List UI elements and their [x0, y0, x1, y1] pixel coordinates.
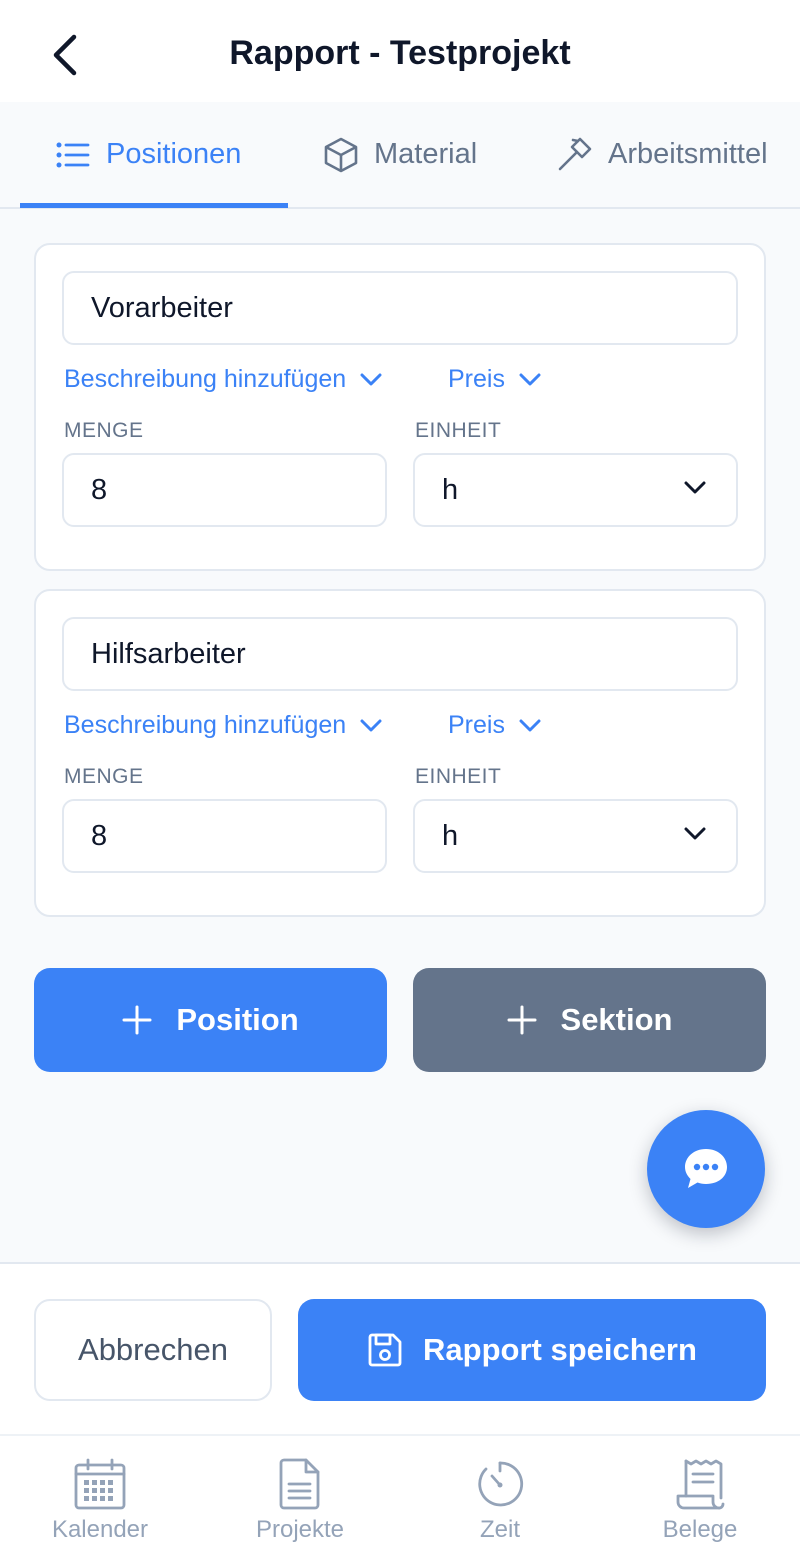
quantity-input[interactable]: 8 — [62, 799, 387, 873]
plus-icon — [122, 1005, 152, 1035]
quantity-input[interactable]: 8 — [62, 453, 387, 527]
position-card: Vorarbeiter Beschreibung hinzufügen Prei… — [34, 243, 766, 571]
tab-label: Positionen — [106, 138, 242, 170]
chevron-down-icon — [360, 373, 382, 385]
save-report-label: Rapport speichern — [423, 1332, 697, 1367]
quantity-label: MENGE — [64, 765, 144, 788]
tab-positionen[interactable]: Positionen — [56, 102, 241, 207]
timer-icon — [478, 1461, 524, 1507]
position-name-input[interactable]: Vorarbeiter — [62, 271, 738, 345]
chevron-down-icon — [684, 481, 706, 494]
tab-label: Material — [374, 138, 478, 170]
price-label: Preis — [448, 365, 505, 393]
add-description-toggle[interactable]: Beschreibung hinzufügen — [64, 711, 382, 740]
nav-label: Zeit — [479, 1516, 520, 1543]
unit-label: EINHEIT — [415, 419, 502, 442]
quantity-value: 8 — [91, 819, 108, 852]
quantity-value: 8 — [91, 473, 108, 506]
nav-label: Belege — [662, 1516, 738, 1543]
add-section-button[interactable]: Sektion — [413, 968, 766, 1072]
nav-item-kalender[interactable]: Kalender — [0, 1436, 200, 1562]
position-card: Hilfsarbeiter Beschreibung hinzufügen Pr… — [34, 589, 766, 917]
action-bar: Abbrechen Rapport speichern — [0, 1262, 800, 1434]
add-description-label: Beschreibung hinzufügen — [64, 365, 347, 393]
add-description-toggle[interactable]: Beschreibung hinzufügen — [64, 365, 382, 394]
tab-bar: Positionen Material Arbeitsmittel — [0, 102, 800, 209]
document-icon — [279, 1458, 320, 1510]
add-position-button[interactable]: Position — [34, 968, 387, 1072]
hammer-icon — [558, 137, 592, 170]
nav-label: Projekte — [255, 1516, 345, 1543]
unit-select[interactable]: h — [413, 799, 738, 873]
receipt-icon — [676, 1459, 725, 1510]
unit-select[interactable]: h — [413, 453, 738, 527]
calendar-icon — [74, 1458, 126, 1510]
quantity-label: MENGE — [64, 419, 144, 442]
plus-icon — [507, 1005, 537, 1035]
nav-item-belege[interactable]: Belege — [600, 1436, 800, 1562]
chat-button[interactable] — [647, 1110, 765, 1228]
tab-material[interactable]: Material — [324, 102, 477, 207]
tab-label: Arbeitsmittel — [608, 138, 768, 170]
cube-icon — [324, 137, 358, 172]
cancel-button[interactable]: Abbrechen — [34, 1299, 272, 1401]
unit-label: EINHEIT — [415, 765, 502, 788]
price-label: Preis — [448, 711, 505, 739]
chevron-down-icon — [360, 719, 382, 731]
app-header: Rapport - Testprojekt — [0, 0, 800, 102]
cancel-label: Abbrechen — [78, 1332, 228, 1367]
tab-arbeitsmittel[interactable]: Arbeitsmittel — [556, 102, 768, 207]
add-section-label: Sektion — [560, 1002, 673, 1037]
save-icon — [368, 1333, 402, 1367]
nav-item-zeit[interactable]: Zeit — [400, 1436, 600, 1562]
chevron-down-icon — [684, 827, 706, 840]
chevron-down-icon — [519, 373, 541, 385]
page-title: Rapport - Testprojekt — [229, 34, 571, 72]
nav-item-projekte[interactable]: Projekte — [200, 1436, 400, 1562]
position-name-input[interactable]: Hilfsarbeiter — [62, 617, 738, 691]
add-position-label: Position — [176, 1002, 299, 1037]
active-tab-indicator — [20, 203, 288, 208]
chat-bubble-icon — [685, 1149, 727, 1188]
unit-value: h — [442, 819, 459, 852]
unit-value: h — [442, 473, 459, 506]
list-icon — [56, 142, 90, 167]
chevron-down-icon — [519, 719, 541, 731]
bottom-nav: Kalender Projekte Zeit Belege — [0, 1434, 800, 1562]
price-toggle[interactable]: Preis — [448, 365, 541, 394]
add-description-label: Beschreibung hinzufügen — [64, 711, 347, 739]
save-report-button[interactable]: Rapport speichern — [298, 1299, 766, 1401]
price-toggle[interactable]: Preis — [448, 711, 541, 740]
nav-label: Kalender — [51, 1516, 149, 1543]
